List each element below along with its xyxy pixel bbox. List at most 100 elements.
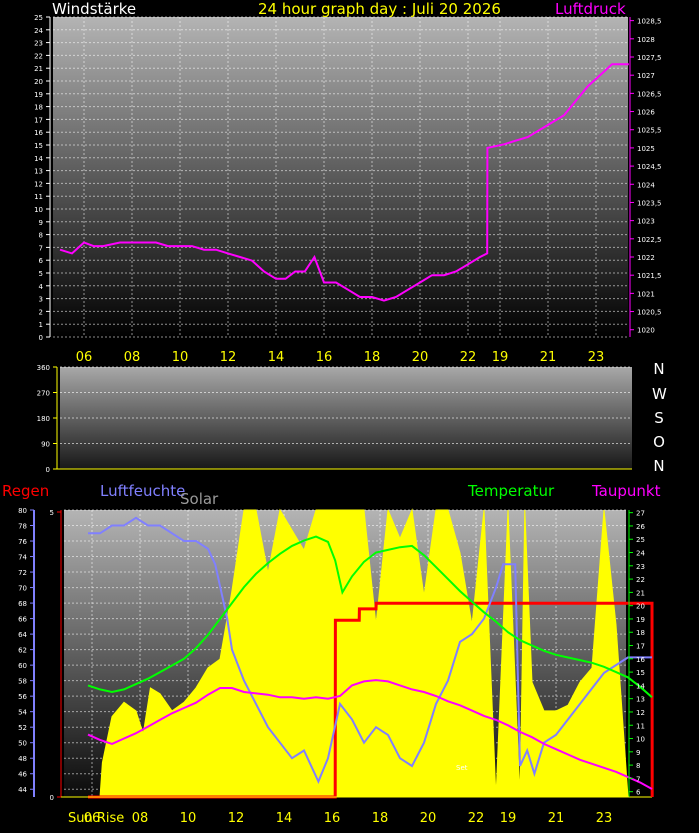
wind-tick-2: 2 — [39, 308, 43, 316]
wind-tick-11: 11 — [34, 193, 43, 201]
wind-tick-6: 6 — [39, 257, 44, 265]
legend-humidity: Luftfeuchte — [100, 482, 186, 500]
humidity-tick-46: 46 — [18, 771, 27, 779]
hour-tick-10: 10 — [172, 350, 189, 365]
direction-label-s: S — [654, 409, 664, 427]
humidity-tick-74: 74 — [18, 554, 27, 562]
humidity-tick-50: 50 — [18, 740, 27, 748]
hour-tick-22: 22 — [460, 350, 477, 365]
wind-tick-18: 18 — [34, 104, 43, 112]
direction-tick-270: 270 — [37, 390, 50, 398]
legend-temperature: Temperatur — [468, 482, 555, 500]
wind-strength-label: Windstärke — [52, 0, 137, 18]
direction-label-w: W — [652, 385, 667, 403]
wind-tick-15: 15 — [34, 142, 43, 150]
pressure-tick-1027: 1027 — [637, 72, 655, 80]
temp-tick-10: 10 — [636, 736, 645, 744]
temp-tick-11: 11 — [636, 722, 645, 730]
wind-tick-21: 21 — [34, 65, 43, 73]
humidity-tick-76: 76 — [18, 538, 27, 546]
hour-tick-08: 08 — [124, 350, 141, 365]
temp-tick-24: 24 — [636, 550, 645, 558]
humidity-tick-68: 68 — [18, 600, 27, 608]
hour-tick-16: 16 — [316, 350, 333, 365]
wind-tick-16: 16 — [34, 129, 43, 137]
temp-tick-27: 27 — [636, 510, 645, 518]
temp-tick-7: 7 — [636, 775, 640, 783]
temp-tick-23: 23 — [636, 563, 645, 571]
wind-tick-12: 12 — [34, 180, 43, 188]
wind-tick-25: 25 — [34, 14, 43, 22]
direction-label-n: N — [653, 360, 665, 378]
humidity-tick-60: 60 — [18, 662, 27, 670]
humidity-tick-72: 72 — [18, 569, 27, 577]
direction-tick-360: 360 — [37, 364, 50, 372]
wind-direction-ticks: 0 90 180 270 360 — [37, 364, 57, 474]
pressure-label: Luftdruck — [555, 0, 626, 18]
pressure-tick-1021-5: 1021,5 — [637, 272, 662, 280]
hour-tick-14: 14 — [268, 350, 285, 365]
humidity-tick-56: 56 — [18, 693, 27, 701]
legend-solar: Solar — [180, 490, 219, 508]
wind-tick-17: 17 — [34, 116, 43, 124]
wind-tick-4: 4 — [39, 283, 44, 291]
pressure-tick-1023: 1023 — [637, 218, 655, 226]
wind-tick-24: 24 — [34, 27, 43, 35]
direction-label-o: O — [653, 433, 665, 451]
temp-tick-16: 16 — [636, 656, 645, 664]
hour-tick-23: 23 — [588, 350, 605, 365]
hour-tick-08: 08 — [132, 811, 149, 826]
pressure-tick-1023-5: 1023,5 — [637, 199, 662, 207]
wind-tick-7: 7 — [39, 244, 43, 252]
hour-tick-12: 12 — [220, 350, 237, 365]
temp-tick-9: 9 — [636, 749, 640, 757]
hour-tick-18: 18 — [372, 811, 389, 826]
sunset-annotation: Set — [456, 764, 468, 772]
pressure-tick-1028: 1028 — [637, 36, 655, 44]
temp-tick-25: 25 — [636, 536, 645, 544]
temp-tick-20: 20 — [636, 603, 645, 611]
wind-tick-1: 1 — [39, 321, 43, 329]
wind-tick-13: 13 — [34, 168, 43, 176]
direction-tick-90: 90 — [41, 441, 50, 449]
pressure-tick-1027-5: 1027,5 — [637, 54, 662, 62]
hour-tick-22: 22 — [468, 811, 485, 826]
hour-tick-19: 19 — [492, 350, 509, 365]
hour-tick-16: 16 — [324, 811, 341, 826]
legend-rain: Regen — [2, 482, 50, 500]
direction-label-n2: N — [653, 457, 665, 475]
humidity-tick-52: 52 — [18, 724, 27, 732]
temp-tick-19: 19 — [636, 616, 645, 624]
pressure-panel-bg — [53, 17, 628, 337]
wind-tick-20: 20 — [34, 78, 43, 86]
temp-tick-14: 14 — [636, 682, 645, 690]
rain-tick-0: 0 — [50, 794, 54, 802]
weather-charts: 0123456789101112131415161718192021222324… — [18, 14, 662, 826]
hour-tick-21: 21 — [540, 350, 557, 365]
pressure-tick-1022-5: 1022,5 — [637, 236, 662, 244]
humidity-tick-48: 48 — [18, 755, 27, 763]
wind-tick-9: 9 — [39, 219, 43, 227]
humidity-tick-80: 80 — [18, 507, 27, 515]
hour-tick-20: 20 — [412, 350, 429, 365]
humidity-tick-70: 70 — [18, 585, 27, 593]
hour-tick-10: 10 — [180, 811, 197, 826]
rain-tick-5: 5 — [50, 509, 54, 517]
pressure-tick-1020-5: 1020,5 — [637, 309, 662, 317]
direction-tick-180: 180 — [37, 415, 50, 423]
hour-tick-14: 14 — [276, 811, 293, 826]
humidity-tick-78: 78 — [18, 523, 27, 531]
chart-title: 24 hour graph day : Juli 20 2026 — [258, 0, 501, 18]
wind-tick-0: 0 — [39, 334, 43, 342]
pressure-tick-1025: 1025 — [637, 145, 655, 153]
pressure-tick-1028-5: 1028,5 — [637, 18, 662, 26]
humidity-tick-62: 62 — [18, 647, 27, 655]
temp-tick-22: 22 — [636, 576, 645, 584]
hour-tick-18: 18 — [364, 350, 381, 365]
pressure-tick-1022: 1022 — [637, 254, 655, 262]
temp-tick-13: 13 — [636, 696, 645, 704]
pressure-tick-1026-5: 1026,5 — [637, 90, 662, 98]
humidity-tick-44: 44 — [18, 786, 27, 794]
wind-tick-8: 8 — [39, 232, 43, 240]
temp-tick-18: 18 — [636, 629, 645, 637]
